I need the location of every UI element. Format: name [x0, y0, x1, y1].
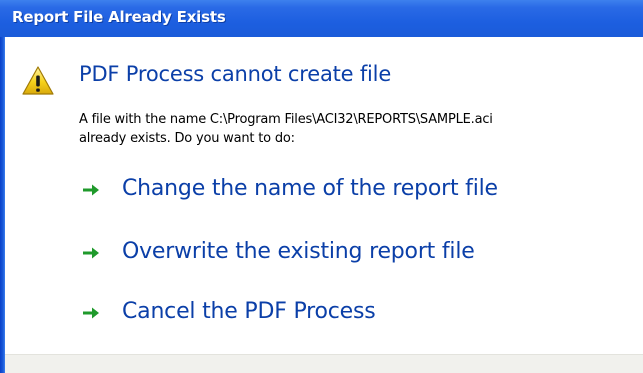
cancel-pdf-process-option[interactable]: Cancel the PDF Process — [82, 299, 376, 324]
dialog-heading: PDF Process cannot create file — [79, 62, 392, 86]
message-line-1: A file with the name C:\Program Files\AC… — [79, 112, 493, 127]
green-arrow-icon — [82, 305, 100, 319]
dialog-message: A file with the name C:\Program Files\AC… — [79, 110, 639, 148]
title-bar[interactable]: Report File Already Exists — [0, 0, 643, 37]
green-arrow-icon — [82, 245, 100, 259]
dialog-window: Report File Already Exists PDF Process c… — [0, 0, 643, 373]
change-report-name-option[interactable]: Change the name of the report file — [82, 176, 498, 201]
message-line-2: already exists. Do you want to do: — [79, 131, 295, 146]
option-label: Overwrite the existing report file — [122, 239, 475, 264]
overwrite-report-option[interactable]: Overwrite the existing report file — [82, 239, 475, 264]
warning-icon — [22, 65, 54, 97]
window-title: Report File Already Exists — [12, 8, 226, 26]
green-arrow-icon — [82, 182, 100, 196]
option-label: Change the name of the report file — [122, 176, 498, 201]
option-label: Cancel the PDF Process — [122, 299, 376, 324]
dialog-footer — [5, 354, 643, 373]
